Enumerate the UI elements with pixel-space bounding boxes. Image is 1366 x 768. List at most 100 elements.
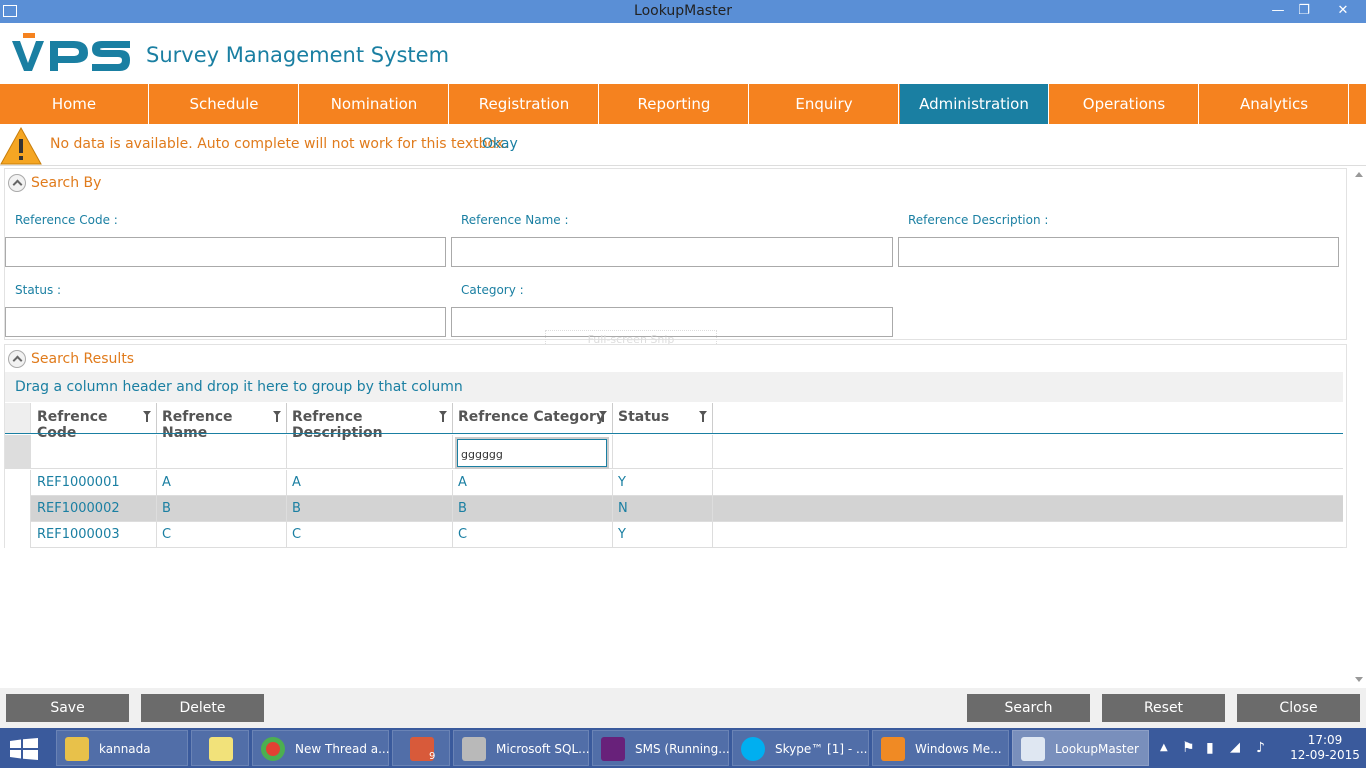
status-input[interactable] [5, 307, 446, 337]
search-by-panel: Search By Reference Code : Reference Nam… [4, 168, 1347, 340]
collapse-icon[interactable] [8, 174, 26, 192]
nav-item-registration[interactable]: Registration [450, 84, 599, 124]
column-header-label: Refrence Category [458, 409, 605, 425]
search-results-header[interactable]: Search Results [5, 345, 1346, 371]
filter-row-gutter [5, 435, 31, 469]
filter-icon[interactable] [599, 411, 607, 422]
nav-item-schedule[interactable]: Schedule [150, 84, 299, 124]
windows-start-icon[interactable] [10, 738, 38, 760]
alert-okay-link[interactable]: Okay [482, 136, 518, 152]
filter-icon[interactable] [439, 411, 447, 422]
filter-cell-code[interactable] [32, 435, 157, 469]
nav-item-administration[interactable]: Administration [900, 84, 1049, 124]
category-label: Category : [461, 283, 524, 297]
scroll-up-icon[interactable] [1355, 172, 1363, 177]
reference-name-label: Reference Name : [461, 213, 569, 227]
cell-description: C [287, 522, 453, 548]
cell-code: REF1000001 [32, 470, 157, 496]
main-nav: Home Schedule Nomination Registration Re… [0, 84, 1366, 124]
filter-icon[interactable] [699, 411, 707, 422]
page-scrollbar[interactable] [1352, 166, 1366, 688]
row-gutter [5, 496, 31, 522]
media-player-icon [881, 737, 905, 761]
delete-button[interactable]: Delete [141, 694, 264, 722]
nav-item-operations[interactable]: Operations [1050, 84, 1199, 124]
column-header-status[interactable]: Status [613, 403, 713, 433]
skype-icon [741, 737, 765, 761]
table-row[interactable]: REF1000001 A A A Y [5, 470, 1343, 496]
windows-taskbar: kannada New Thread a... 9 Microsoft SQL.… [0, 728, 1366, 768]
grid-filter-row: gggggg [5, 435, 1343, 469]
status-label: Status : [15, 283, 62, 297]
nav-item-home[interactable]: Home [0, 84, 149, 124]
clock-date: 12-09-2015 [1290, 748, 1360, 762]
close-button[interactable]: Close [1237, 694, 1360, 722]
visual-studio-icon [601, 737, 625, 761]
filter-icon[interactable] [143, 411, 151, 422]
filter-cell-name[interactable] [157, 435, 287, 469]
action-footer: Save Delete Search Reset Close [0, 688, 1366, 728]
save-button[interactable]: Save [6, 694, 129, 722]
window-title: LookupMaster [634, 3, 732, 19]
search-by-title: Search By [31, 175, 102, 191]
tray-expand-icon[interactable]: ▲ [1160, 728, 1172, 768]
tray-battery-icon[interactable]: ▮ [1206, 728, 1222, 768]
reset-button[interactable]: Reset [1102, 694, 1225, 722]
tray-network-icon[interactable]: ◢ [1230, 728, 1246, 768]
column-header-category[interactable]: Refrence Category [453, 403, 613, 433]
taskbar-item-lookupmaster[interactable]: LookupMaster [1012, 730, 1149, 766]
cell-description: A [287, 470, 453, 496]
taskbar-clock[interactable]: 17:09 12-09-2015 [1290, 733, 1360, 763]
window-titlebar: LookupMaster — ❐ ✕ [0, 0, 1366, 23]
taskbar-item-sql-server[interactable]: Microsoft SQL... [453, 730, 590, 766]
taskbar-item-skype[interactable]: Skype™ [1] - ... [732, 730, 869, 766]
taskbar-item-visual-studio[interactable]: SMS (Running... [592, 730, 730, 766]
filter-icon[interactable] [273, 411, 281, 422]
collapse-icon[interactable] [8, 350, 26, 368]
reference-description-input[interactable] [898, 237, 1339, 267]
taskbar-badge: 9 [429, 751, 436, 762]
nav-item-analytics[interactable]: Analytics [1200, 84, 1349, 124]
taskbar-item-sticky-notes[interactable] [191, 730, 249, 766]
nav-item-reporting[interactable]: Reporting [600, 84, 749, 124]
grid-header-gutter [5, 403, 31, 433]
nav-item-nomination[interactable]: Nomination [300, 84, 449, 124]
search-by-header[interactable]: Search By [5, 169, 1346, 195]
taskbar-item-kannada[interactable]: kannada [56, 730, 188, 766]
filter-cell-status[interactable] [613, 435, 713, 469]
row-gutter [5, 522, 31, 548]
cell-code: REF1000002 [32, 496, 157, 522]
cell-name: C [157, 522, 287, 548]
alert-message: No data is available. Auto complete will… [50, 136, 509, 152]
column-header-description[interactable]: Refrence Description [287, 403, 453, 441]
restore-button[interactable]: ❐ [1291, 0, 1317, 23]
table-row[interactable]: REF1000003 C C C Y [5, 522, 1343, 548]
tray-flag-icon[interactable]: ⚑ [1182, 728, 1198, 768]
cell-code: REF1000003 [32, 522, 157, 548]
header-divider [5, 433, 1343, 434]
clock-time: 17:09 [1307, 733, 1343, 747]
reference-name-input[interactable] [451, 237, 893, 267]
taskbar-item-chrome[interactable]: New Thread a... [252, 730, 390, 766]
minimize-button[interactable]: — [1265, 0, 1291, 23]
category-filter-input[interactable]: gggggg [455, 437, 609, 469]
table-row-selected[interactable]: REF1000002 B B B N [5, 496, 1343, 522]
chrome-icon [261, 737, 285, 761]
reference-code-input[interactable] [5, 237, 446, 267]
close-window-button[interactable]: ✕ [1328, 0, 1358, 23]
taskbar-item-media-player[interactable]: Windows Me... [872, 730, 1009, 766]
cell-name: A [157, 470, 287, 496]
cell-category: C [453, 522, 613, 548]
reference-code-label: Reference Code : [15, 213, 118, 227]
scroll-down-icon[interactable] [1355, 677, 1363, 682]
column-header-code[interactable]: Refrence Code [32, 403, 157, 441]
column-header-name[interactable]: Refrence Name [157, 403, 287, 441]
group-by-hint[interactable]: Drag a column header and drop it here to… [5, 372, 1343, 402]
search-button[interactable]: Search [967, 694, 1090, 722]
tray-volume-icon[interactable]: ♪ [1256, 728, 1272, 768]
search-results-panel: Search Results Drag a column header and … [4, 344, 1347, 548]
taskbar-item-tools[interactable]: 9 [392, 730, 450, 766]
filter-cell-description[interactable] [287, 435, 453, 469]
cell-status: Y [613, 522, 713, 548]
nav-item-enquiry[interactable]: Enquiry [750, 84, 899, 124]
